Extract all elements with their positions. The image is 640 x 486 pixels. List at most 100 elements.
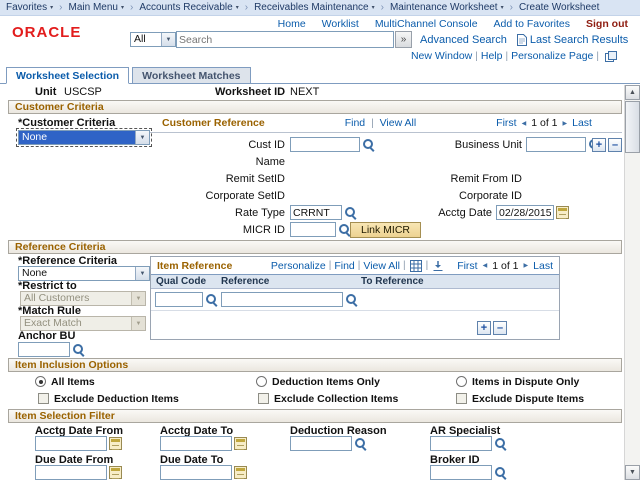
last-page-link[interactable]: Last <box>533 260 553 272</box>
cust-id-input[interactable] <box>290 137 360 152</box>
link-micr-button[interactable]: Link MICR <box>350 222 421 238</box>
view-all-link[interactable]: View All <box>380 117 417 129</box>
broker-id-input[interactable] <box>430 465 492 480</box>
first-page-link[interactable]: First <box>457 260 477 272</box>
exclude-collection-items-checkbox[interactable] <box>258 393 269 404</box>
deduction-items-only-radio[interactable] <box>256 376 267 387</box>
page-content: Unit USCSP Worksheet ID NEXT Customer Cr… <box>0 84 640 486</box>
deduction-reason-lookup-icon[interactable] <box>354 437 367 450</box>
next-page-icon[interactable]: ▶ <box>524 262 529 269</box>
calendar-icon[interactable] <box>109 437 122 450</box>
calendar-icon[interactable] <box>234 466 247 479</box>
search-scope-select[interactable]: All ▼ <box>130 32 176 47</box>
all-items-radio[interactable] <box>35 376 46 387</box>
worksheet-id-label: Worksheet ID <box>215 86 285 98</box>
calendar-icon[interactable] <box>109 466 122 479</box>
qual-code-input[interactable] <box>155 292 203 307</box>
page-indicator: 1 of 1 <box>531 117 557 129</box>
ar-specialist-lookup-icon[interactable] <box>494 437 507 450</box>
scroll-down-button[interactable]: ▼ <box>625 465 640 480</box>
personalize-link[interactable]: Personalize <box>271 260 326 272</box>
multichannel-console-link[interactable]: MultiChannel Console <box>375 18 478 30</box>
match-rule-value: Exact Match <box>21 317 131 330</box>
micr-id-input[interactable] <box>290 222 336 237</box>
scroll-up-button[interactable]: ▲ <box>625 85 640 100</box>
customer-criteria-value: None <box>19 131 135 144</box>
search-go-button[interactable]: » <box>395 31 412 48</box>
reference-lookup-icon[interactable] <box>345 293 358 306</box>
cust-id-lookup-icon[interactable] <box>362 138 375 151</box>
exclude-dispute-items-checkbox[interactable] <box>456 393 467 404</box>
anchor-bu-input[interactable] <box>18 342 70 357</box>
breadcrumb-item-main-menu[interactable]: Main Menu▾ <box>68 2 123 13</box>
reference-input[interactable] <box>221 292 343 307</box>
search-input[interactable] <box>176 31 394 48</box>
items-in-dispute-only-label: Items in Dispute Only <box>472 376 579 388</box>
previous-page-icon[interactable]: ◀ <box>522 120 527 127</box>
add-row-button[interactable]: + <box>592 138 606 152</box>
previous-page-icon[interactable]: ◀ <box>483 262 488 269</box>
personalize-page-link[interactable]: Personalize Page <box>511 50 593 62</box>
breadcrumb-separator: › <box>245 2 248 13</box>
advanced-search-link[interactable]: Advanced Search <box>420 34 507 46</box>
exclude-deduction-items-checkbox[interactable] <box>38 393 49 404</box>
ar-specialist-input[interactable] <box>430 436 492 451</box>
qual-code-lookup-icon[interactable] <box>205 293 218 306</box>
customer-criteria-select[interactable]: None ▼ <box>18 130 150 145</box>
delete-row-button[interactable]: – <box>608 138 622 152</box>
breadcrumb-item-accounts-receivable[interactable]: Accounts Receivable▾ <box>139 2 238 13</box>
broker-id-lookup-icon[interactable] <box>494 466 507 479</box>
first-page-link[interactable]: First <box>496 117 516 129</box>
delete-row-button[interactable]: – <box>493 321 507 335</box>
page-tabs: Worksheet Selection Worksheet Matches <box>0 64 640 84</box>
deduction-reason-input[interactable] <box>290 436 352 451</box>
items-in-dispute-only-radio[interactable] <box>456 376 467 387</box>
next-page-icon[interactable]: ▶ <box>563 120 568 127</box>
acctg-date-to-input[interactable] <box>160 436 232 451</box>
calendar-icon[interactable] <box>556 206 569 219</box>
add-row-button[interactable]: + <box>477 321 491 335</box>
last-search-results-link[interactable]: Last Search Results <box>530 34 628 46</box>
worklist-link[interactable]: Worklist <box>322 18 359 30</box>
micr-id-label: MICR ID <box>150 224 285 236</box>
find-link[interactable]: Find <box>334 260 354 272</box>
vertical-scrollbar[interactable]: ▲ ▼ <box>624 85 640 480</box>
field-row: Remit SetID Remit From ID <box>150 171 622 188</box>
business-unit-input[interactable] <box>526 137 586 152</box>
calendar-icon[interactable] <box>234 437 247 450</box>
acctg-date-from-input[interactable] <box>35 436 107 451</box>
rate-type-lookup-icon[interactable] <box>344 206 357 219</box>
breadcrumb-item-maintenance-worksheet[interactable]: Maintenance Worksheet▾ <box>390 2 504 13</box>
sign-out-link[interactable]: Sign out <box>586 18 628 30</box>
due-date-to-input[interactable] <box>160 465 232 480</box>
add-to-favorites-link[interactable]: Add to Favorites <box>494 18 570 30</box>
copy-page-icon[interactable] <box>605 51 617 62</box>
home-link[interactable]: Home <box>278 18 306 30</box>
reference-criteria-section: *Reference Criteria None ▼ *Restrict to … <box>8 254 622 358</box>
new-window-link[interactable]: New Window <box>411 50 472 62</box>
breadcrumb: Favorites▾ › Main Menu▾ › Accounts Recei… <box>0 0 640 16</box>
breadcrumb-label: Receivables Maintenance <box>254 2 369 13</box>
reference-criteria-select[interactable]: None ▼ <box>18 266 150 281</box>
chevron-down-icon: ▾ <box>501 4 504 11</box>
anchor-bu-lookup-icon[interactable] <box>72 343 85 356</box>
acctg-date-label: Acctg Date <box>430 207 492 219</box>
row-buttons: + – <box>592 138 622 152</box>
tab-worksheet-matches[interactable]: Worksheet Matches <box>132 67 250 84</box>
acctg-date-input[interactable] <box>496 205 554 220</box>
due-date-from-input[interactable] <box>35 465 107 480</box>
tab-worksheet-selection[interactable]: Worksheet Selection <box>6 67 129 84</box>
download-icon[interactable] <box>432 260 444 272</box>
last-page-link[interactable]: Last <box>572 117 592 129</box>
rate-type-input[interactable] <box>290 205 342 220</box>
find-link[interactable]: Find <box>345 117 365 129</box>
scrollbar-thumb[interactable] <box>625 101 640 153</box>
help-link[interactable]: Help <box>481 50 503 62</box>
breadcrumb-item-favorites[interactable]: Favorites▾ <box>6 2 53 13</box>
breadcrumb-item-create-worksheet[interactable]: Create Worksheet <box>519 2 599 13</box>
grid-view-icon[interactable] <box>410 260 422 272</box>
breadcrumb-item-receivables-maintenance[interactable]: Receivables Maintenance▾ <box>254 2 375 13</box>
view-all-link[interactable]: View All <box>363 260 400 272</box>
group-links: Find | View All <box>345 117 416 129</box>
customer-reference-group: Customer Reference Find | View All First… <box>150 114 622 240</box>
